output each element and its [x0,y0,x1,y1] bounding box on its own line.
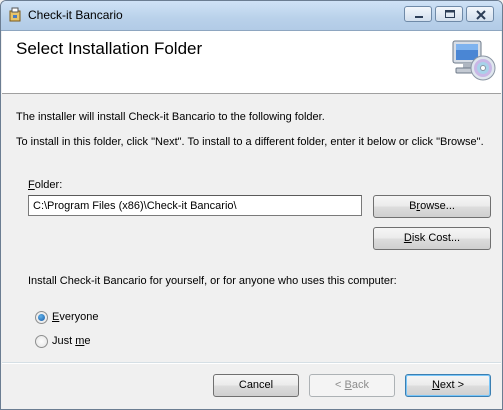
install-scope-question: Install Check-it Bancario for yourself, … [28,275,397,287]
back-arrow: < [335,379,345,391]
radio-everyone-label: Everyone [52,311,98,323]
back-button[interactable]: < Back [309,374,395,397]
disk-cost-label-accel: D [403,232,412,244]
folder-label: Folder: [28,179,62,191]
radio-selected-dot [38,314,45,321]
cancel-button[interactable]: Cancel [213,374,299,397]
installer-window: Check-it Bancario Select Installation Fo… [0,0,503,410]
radio-just-me[interactable] [35,335,48,348]
back-accel: B [344,379,352,391]
maximize-icon [445,10,455,18]
folder-path-input[interactable] [28,195,362,216]
just-me-rest: e [84,335,91,347]
maximize-button[interactable] [435,6,463,22]
browse-label-rest: owse... [420,200,455,212]
browse-button[interactable]: Browse... [373,195,491,218]
disk-cost-label-rest: isk Cost... [411,232,461,244]
installer-package-icon [7,7,23,23]
page-title: Select Installation Folder [16,39,203,58]
minimize-button[interactable] [404,6,432,22]
radio-everyone-option[interactable]: Everyone [35,310,155,325]
radio-everyone[interactable] [35,311,48,324]
next-button[interactable]: Next > [405,374,491,397]
back-rest: ack [351,379,369,391]
wizard-header: Select Installation Folder [2,31,501,94]
next-rest: ext > [439,379,465,391]
next-accel: N [431,379,440,391]
footer-separator [2,362,501,364]
computer-cd-icon [450,39,496,85]
folder-label-accel: F [28,179,35,191]
title-bar[interactable]: Check-it Bancario [1,1,502,31]
window-title: Check-it Bancario [28,8,123,22]
just-me-prefix: Just [52,335,76,347]
folder-label-rest: older: [34,179,63,191]
close-icon [476,10,486,20]
intro-text: The installer will install Check-it Banc… [16,111,325,123]
disk-cost-button[interactable]: Disk Cost... [373,227,491,250]
radio-just-me-label: Just me [52,335,91,347]
instruction-text: To install in this folder, click "Next".… [16,136,484,148]
minimize-icon [415,16,423,18]
radio-just-me-option[interactable]: Just me [35,334,155,349]
everyone-rest: veryone [59,311,99,323]
close-button[interactable] [466,6,494,22]
